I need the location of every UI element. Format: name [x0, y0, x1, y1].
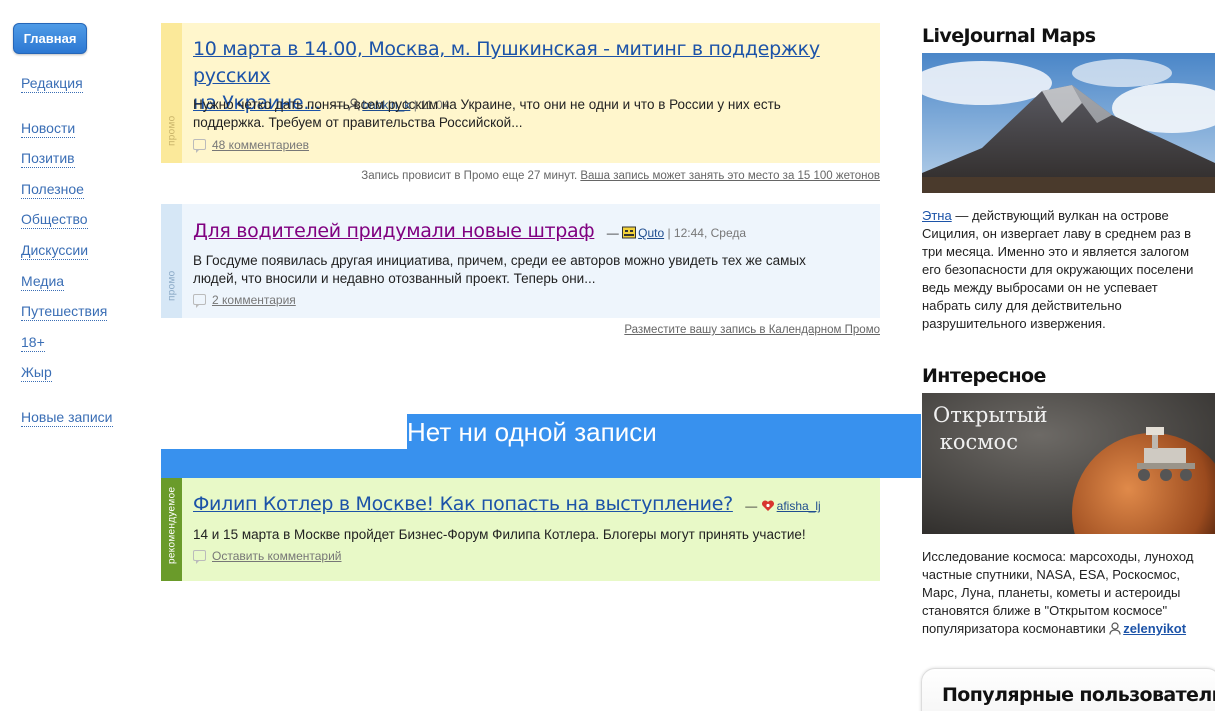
interesting-description: Исследование космоса: марсоходы, луноход…	[922, 549, 1194, 636]
nav-item-zhyr[interactable]: Жыр	[21, 364, 52, 382]
etna-volcano-image[interactable]	[922, 53, 1215, 193]
post-excerpt: Нужно четко дать понять всем русским на …	[193, 97, 781, 130]
promo-post-drivers: промо Для водителей придумали новые штра…	[161, 204, 880, 318]
author-link[interactable]: afisha_lj	[777, 499, 821, 513]
interesting-heading: Интересное	[922, 365, 1046, 387]
community-heart-icon	[761, 500, 774, 511]
empty-feed-overlay: Нет ни одной записи	[161, 414, 921, 478]
nav-item-discussions[interactable]: Дискуссии	[21, 242, 89, 260]
nav-item-travel[interactable]: Путешествия	[21, 303, 108, 321]
maps-heading: LiveJournal Maps	[922, 25, 1096, 47]
comment-bubble-icon	[193, 550, 206, 564]
nav-item-media[interactable]: Медиа	[21, 273, 65, 291]
post-title-link[interactable]: Для водителей придумали новые штраф	[193, 220, 595, 242]
maps-description: Этна — действующий вулкан на острове Сиц…	[922, 208, 1194, 331]
user-icon	[1109, 622, 1121, 635]
post-type-band: промо	[161, 204, 182, 318]
post-time: | 12:44, Среда	[667, 226, 747, 240]
comment-bubble-icon	[193, 139, 206, 153]
nav-item-positive[interactable]: Позитив	[21, 150, 75, 168]
calendar-promo-link[interactable]: Разместите вашу запись в Календарном Про…	[624, 324, 880, 336]
nav-item-adult[interactable]: 18+	[21, 334, 45, 352]
popular-users-box: Популярные пользователи	[921, 668, 1215, 711]
comments-link[interactable]: 2 комментария	[193, 293, 296, 308]
post-title: Филип Котлер в Москве! Как попасть на вы…	[193, 491, 883, 520]
overlay-bottom-bar	[161, 449, 921, 478]
comments-link[interactable]: 48 комментариев	[193, 138, 309, 153]
recommended-post-kotler: рекомендуемое Филип Котлер в Москве! Как…	[161, 478, 880, 581]
etna-link[interactable]: Этна	[922, 208, 952, 223]
nav-item-new-posts[interactable]: Новые записи	[21, 409, 113, 427]
post-excerpt: 14 и 15 марта в Москве пройдет Бизнес-Фо…	[193, 527, 806, 542]
author-link[interactable]: zelenyikot	[1123, 621, 1186, 636]
promo-post-rally: промо 10 марта в 14.00, Москва, м. Пушки…	[161, 23, 880, 163]
nav-item-useful[interactable]: Полезное	[21, 181, 84, 199]
space-image-caption: Открытый космос	[933, 403, 1048, 454]
post-excerpt: В Госдуме появилась другая инициатива, п…	[193, 253, 806, 286]
post-title: Для водителей придумали новые штраф — Qu…	[193, 218, 873, 247]
post-type-band: промо	[161, 23, 182, 163]
promo-note: Запись провисит в Промо еще 27 минут. Ва…	[361, 170, 880, 182]
nav-item-society[interactable]: Общество	[21, 211, 88, 229]
nav-main-button[interactable]: Главная	[13, 23, 87, 54]
popular-users-heading: Популярные пользователи	[942, 684, 1215, 706]
nav-item-editorial[interactable]: Редакция	[21, 75, 83, 93]
community-icon	[622, 226, 637, 239]
post-type-band: рекомендуемое	[161, 478, 182, 581]
post-title-link[interactable]: Филип Котлер в Москве! Как попасть на вы…	[193, 493, 733, 515]
volcano-picture	[922, 53, 1215, 193]
leave-comment-link[interactable]: Оставить комментарий	[193, 549, 342, 564]
promo-buy-link[interactable]: Ваша запись может занять это место за 15…	[580, 170, 880, 182]
no-entries-message: Нет ни одной записи	[407, 417, 657, 447]
open-space-image[interactable]: Открытый космос	[922, 393, 1215, 534]
nav-item-news[interactable]: Новости	[21, 120, 76, 138]
post-byline: — afisha_lj	[745, 499, 821, 513]
post-byline: — Quto | 12:44, Среда	[606, 226, 747, 240]
comment-bubble-icon	[193, 294, 206, 308]
calendar-promo-note: Разместите вашу запись в Календарном Про…	[161, 324, 880, 336]
author-link[interactable]: Quto	[638, 226, 664, 240]
